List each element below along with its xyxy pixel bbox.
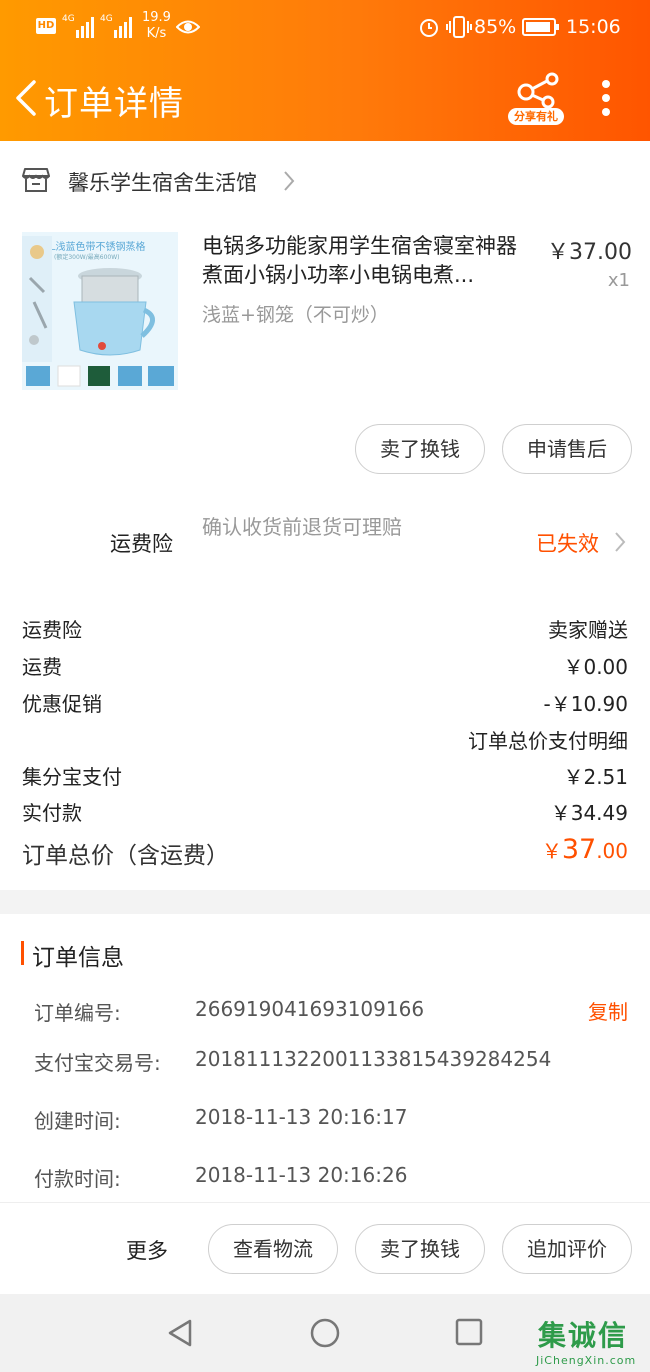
status-bar: HD 4G 4G 19.9 K/s 85% 15:06: [0, 0, 650, 56]
chevron-right-icon[interactable]: [614, 531, 626, 553]
product-spec: 浅蓝+钢笼（不可炒）: [202, 304, 389, 326]
cost-label-insurance: 运费险: [22, 618, 82, 642]
shop-name: 馨乐学生宿舍生活馆: [68, 171, 257, 195]
apply-aftersale-button[interactable]: 申请售后: [502, 424, 632, 474]
insurance-status[interactable]: 已失效: [536, 528, 599, 558]
shop-icon: [22, 168, 50, 192]
cost-value-paid: ￥34.49: [550, 801, 628, 825]
paid-time-label: 付款时间:: [34, 1167, 121, 1191]
product-name[interactable]: 电锅多功能家用学生宿舍寝室神器煮面小锅小功率小电锅电煮...: [202, 232, 532, 290]
cost-label-discount: 优惠促销: [22, 692, 102, 716]
shop-row[interactable]: 馨乐学生宿舍生活馆: [0, 141, 650, 221]
battery-icon: [522, 18, 559, 36]
vibrate-icon: [446, 16, 472, 38]
header: HD 4G 4G 19.9 K/s 85% 15:06 订单详情 分享有礼: [0, 0, 650, 141]
nav-recents-icon[interactable]: [455, 1318, 483, 1346]
created-time-label: 创建时间:: [34, 1109, 121, 1133]
section-divider: [0, 890, 650, 914]
nav-home-icon[interactable]: [310, 1318, 340, 1348]
order-number-value: 266919041693109166: [195, 997, 425, 1021]
product-image[interactable]: 1.8L浅蓝色带不锈钢蒸格 (额定300W/最高600W): [22, 232, 178, 390]
cost-label-points: 集分宝支付: [22, 765, 122, 789]
total-price: ￥37.00: [541, 834, 628, 865]
eye-icon: [176, 20, 200, 34]
cost-label-shipping: 运费: [22, 655, 62, 679]
view-logistics-button[interactable]: 查看物流: [208, 1224, 338, 1274]
add-review-button[interactable]: 追加评价: [502, 1224, 632, 1274]
cost-label-paid: 实付款: [22, 801, 82, 825]
battery-percent: 85%: [474, 16, 517, 38]
cost-value-shipping: ￥0.00: [563, 655, 628, 679]
share-button[interactable]: 分享有礼: [508, 72, 564, 126]
pot-illustration: [22, 236, 174, 387]
product-price: ￥37.00: [547, 240, 632, 265]
signal-icon: 4G: [62, 14, 96, 38]
back-arrow-icon[interactable]: [10, 78, 40, 118]
more-menu-icon[interactable]: [596, 80, 616, 116]
paid-time-value: 2018-11-13 20:16:26: [195, 1163, 408, 1187]
page-title: 订单详情: [44, 84, 184, 124]
share-label: 分享有礼: [508, 108, 564, 125]
system-nav-bar: 集诚信 JiChengXin.com: [0, 1294, 650, 1372]
created-time-value: 2018-11-13 20:16:17: [195, 1105, 408, 1129]
share-icon: [517, 72, 559, 108]
cost-value-discount: -￥10.90: [543, 692, 628, 716]
sell-button-bottom[interactable]: 卖了换钱: [355, 1224, 485, 1274]
watermark-logo: 集诚信 JiChengXin.com: [536, 1319, 637, 1367]
insurance-desc: 确认收货前退货可理赔: [202, 515, 402, 539]
alipay-trade-label: 支付宝交易号:: [34, 1051, 161, 1075]
signal-icon-2: 4G: [100, 14, 134, 38]
hd-icon: HD: [36, 18, 56, 34]
alipay-trade-value: 2018111322001133815439284254: [195, 1047, 552, 1071]
insurance-label: 运费险: [110, 532, 173, 556]
nav-back-icon[interactable]: [166, 1318, 194, 1348]
cost-value-insurance: 卖家赠送: [548, 618, 628, 642]
cost-value-points: ￥2.51: [563, 765, 628, 789]
network-speed: 19.9 K/s: [142, 10, 171, 41]
sell-button[interactable]: 卖了换钱: [355, 424, 485, 474]
product-quantity: x1: [607, 270, 630, 291]
bottom-action-bar: 更多 查看物流 卖了换钱 追加评价: [0, 1202, 650, 1294]
more-button[interactable]: 更多: [126, 1235, 168, 1265]
payment-detail-link[interactable]: 订单总价支付明细: [468, 725, 628, 754]
chevron-right-icon: [284, 171, 295, 191]
section-accent-bar: [21, 941, 24, 965]
order-number-label: 订单编号:: [34, 1001, 121, 1025]
alarm-icon: [420, 19, 438, 37]
total-label: 订单总价（含运费）: [22, 843, 229, 869]
copy-button[interactable]: 复制: [588, 996, 628, 1025]
clock: 15:06: [566, 16, 621, 38]
order-info-title: 订单信息: [32, 945, 124, 971]
